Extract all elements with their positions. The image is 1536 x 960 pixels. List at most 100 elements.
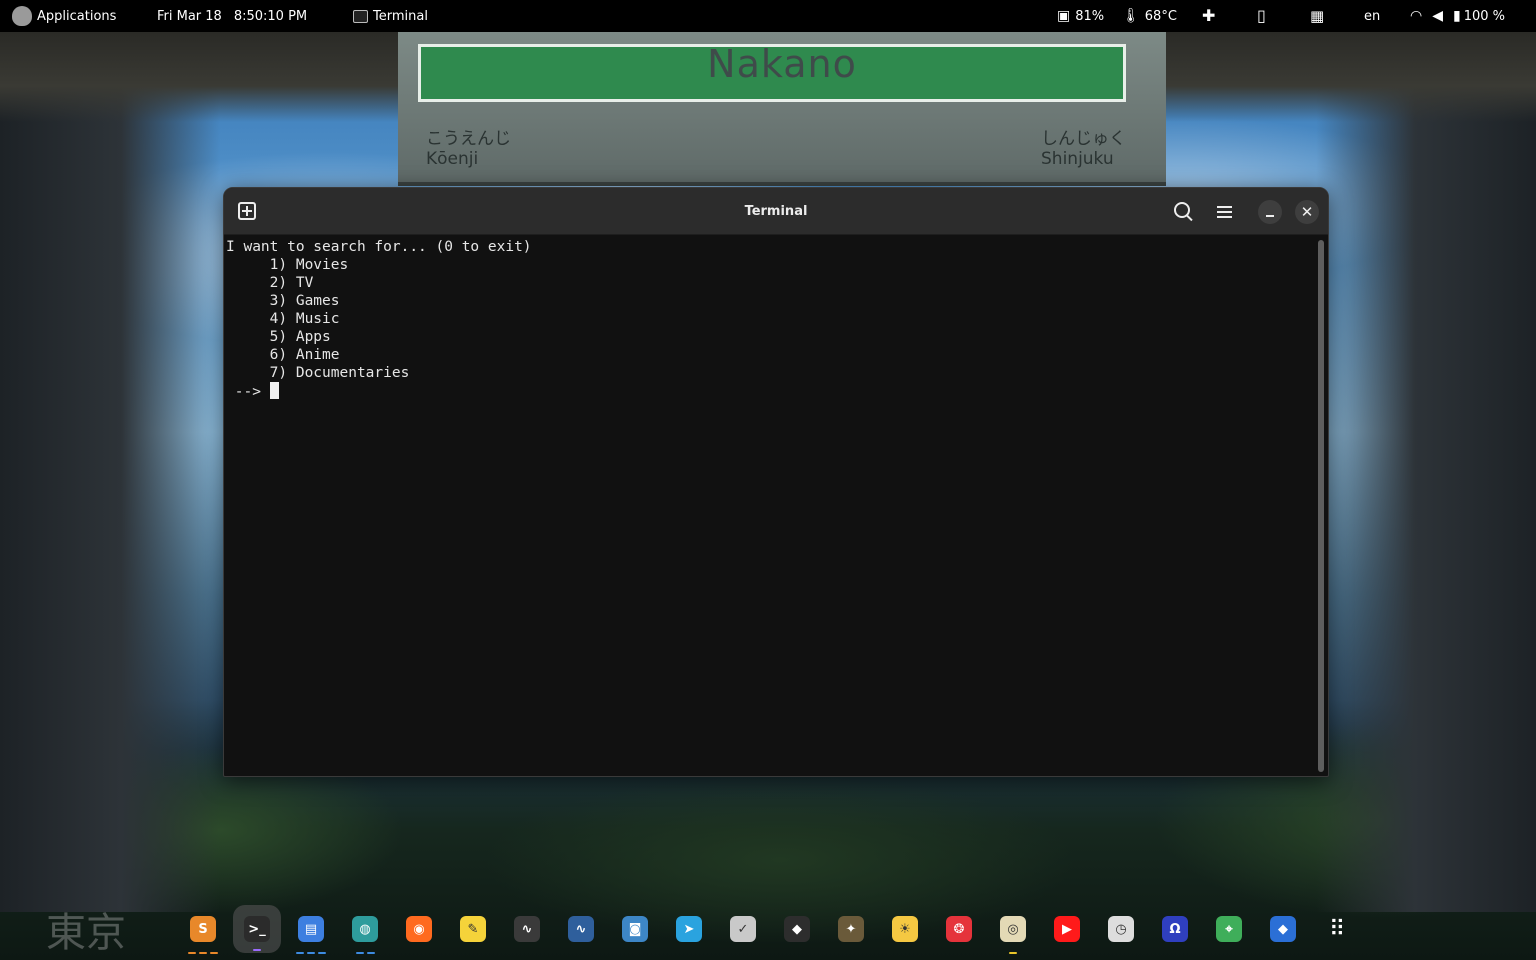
- terminal-line: 5) Apps: [226, 329, 331, 345]
- close-button[interactable]: ✕: [1295, 200, 1319, 224]
- dock-item-terminal[interactable]: >_: [233, 905, 281, 953]
- dock-item-lifesaver-app[interactable]: ❂: [932, 902, 986, 956]
- puzzle-icon: ✚: [1202, 6, 1216, 25]
- menu-button[interactable]: [1213, 201, 1235, 223]
- sublime-text-icon: S: [190, 916, 216, 942]
- qr-indicator[interactable]: ▦: [1310, 0, 1324, 32]
- clock-date: Fri Mar 18: [157, 8, 222, 24]
- lifesaver-app-icon: ❂: [946, 916, 972, 942]
- clock[interactable]: Fri Mar 18 8:50:10 PM: [157, 0, 307, 32]
- dock-item-gimp[interactable]: ✦: [824, 902, 878, 956]
- dock-item-clock-app[interactable]: ◷: [1094, 902, 1148, 956]
- dock-item-git-app[interactable]: ◆: [1256, 902, 1310, 956]
- cpu-indicator[interactable]: ▣ 81%: [1057, 0, 1104, 32]
- temperature-indicator[interactable]: 🌡︎ 68°C: [1122, 0, 1177, 32]
- firefox-icon: ◉: [406, 916, 432, 942]
- system-status-menu[interactable]: ◠ ◀︎ ▮ 100 %: [1410, 0, 1505, 32]
- terminal-line: 2) TV: [226, 275, 314, 291]
- window-title: Terminal: [744, 204, 808, 219]
- temperature-value: 68°C: [1144, 8, 1177, 24]
- telegram-icon: ➤: [676, 916, 702, 942]
- show-apps-icon: ⠿: [1328, 916, 1346, 942]
- cpu-value: 81%: [1075, 8, 1105, 24]
- dock-item-inkscape[interactable]: ◆: [770, 902, 824, 956]
- terminal-prompt-line[interactable]: -->: [226, 382, 1318, 400]
- gnome-foot-icon: [12, 6, 32, 26]
- active-window-indicator[interactable]: Terminal: [353, 0, 428, 32]
- dock-item-text-editor[interactable]: ✎: [446, 902, 500, 956]
- screenshot-icon: ◙: [622, 916, 648, 942]
- station-sign-right-kana: しんじゅく: [1041, 129, 1126, 149]
- extensions-indicator[interactable]: ✚: [1202, 0, 1215, 32]
- inkscape-icon: ◆: [784, 916, 810, 942]
- dock-item-screenshot[interactable]: ◙: [608, 902, 662, 956]
- dock-item-firefox[interactable]: ◉: [392, 902, 446, 956]
- dock-item-weather[interactable]: ☀: [878, 902, 932, 956]
- text-editor-icon: ✎: [460, 916, 486, 942]
- station-sign-right: しんじゅく Shinjuku: [1041, 124, 1126, 169]
- battery-value: 100 %: [1463, 8, 1506, 24]
- terminal-line: 3) Games: [226, 293, 340, 309]
- terminal-window[interactable]: Terminal ✕ I want to search for... (0 to…: [223, 187, 1329, 777]
- keyboard-layout-indicator[interactable]: en: [1364, 0, 1380, 32]
- terminal-scrollbar[interactable]: [1318, 240, 1324, 772]
- active-window-label: Terminal: [373, 8, 428, 24]
- clock-time: 8:50:10 PM: [233, 8, 308, 24]
- corner-logo: 東京: [46, 910, 126, 956]
- dock-item-youtube[interactable]: ▶: [1040, 902, 1094, 956]
- cpu-icon: ▣: [1057, 8, 1071, 24]
- running-indicator: [338, 952, 392, 954]
- dock: S >_ ▤ ◍ ◉ ✎ ∿ ∿ ◙ ➤ ✓ ◆ ✦ ☀ ❂ ◎ ▶ ◷ Ω ⌖ ◆ ⠿: [176, 902, 1364, 956]
- dock-item-files[interactable]: ▤: [284, 902, 338, 956]
- maps-icon: ⌖: [1216, 916, 1242, 942]
- running-indicator: [986, 952, 1040, 954]
- youtube-icon: ▶: [1054, 916, 1080, 942]
- clipboard-icon: ▯: [1257, 6, 1266, 25]
- station-sign-right-roman: Shinjuku: [1041, 149, 1114, 169]
- weather-icon: ☀: [892, 916, 918, 942]
- web-browser-icon: ◍: [352, 916, 378, 942]
- dock-item-resources[interactable]: ∿: [554, 902, 608, 956]
- resources-icon: ∿: [568, 916, 594, 942]
- terminal-line: 6) Anime: [226, 347, 340, 363]
- hamburger-icon: [1216, 206, 1232, 208]
- music-player-icon: ◎: [1000, 916, 1026, 942]
- station-sign-name: Nakano: [707, 42, 857, 86]
- dock-item-headset-app[interactable]: Ω: [1148, 902, 1202, 956]
- system-monitor-icon: ∿: [514, 916, 540, 942]
- wallpaper-pillar-left: [0, 32, 220, 912]
- terminal-line: I want to search for... (0 to exit): [226, 239, 532, 255]
- running-indicator: [233, 949, 281, 951]
- search-button[interactable]: [1173, 201, 1195, 223]
- terminal-output[interactable]: I want to search for... (0 to exit) 1) M…: [224, 235, 1318, 776]
- applications-label: Applications: [37, 8, 117, 24]
- terminal-icon: >_: [244, 916, 270, 942]
- top-bar: Applications Fri Mar 18 8:50:10 PM Termi…: [0, 0, 1536, 32]
- station-sign: Nakano こうえんじ Kōenji しんじゅく Shinjuku: [398, 32, 1166, 186]
- dock-item-web-browser[interactable]: ◍: [338, 902, 392, 956]
- clipboard-indicator[interactable]: ▯: [1257, 0, 1266, 32]
- volume-icon: ◀︎: [1432, 8, 1443, 24]
- dock-item-sublime-text[interactable]: S: [176, 902, 230, 956]
- clock-app-icon: ◷: [1108, 916, 1134, 942]
- git-app-icon: ◆: [1270, 916, 1296, 942]
- battery-indicator: ▮ 100 %: [1453, 9, 1505, 24]
- applications-menu[interactable]: Applications: [12, 0, 116, 32]
- station-sign-left-kana: こうえんじ: [426, 129, 511, 149]
- dock-item-maps[interactable]: ⌖: [1202, 902, 1256, 956]
- station-sign-left-roman: Kōenji: [426, 149, 479, 169]
- wifi-icon: ◠: [1410, 8, 1423, 24]
- terminal-headerbar[interactable]: Terminal ✕: [224, 188, 1328, 235]
- dock-item-search-tool[interactable]: ✓: [716, 902, 770, 956]
- minimize-button[interactable]: [1258, 200, 1282, 224]
- battery-icon: ▮: [1453, 8, 1461, 24]
- dock-item-show-apps[interactable]: ⠿: [1310, 902, 1364, 956]
- thermometer-icon: 🌡︎: [1122, 8, 1140, 24]
- gimp-icon: ✦: [838, 916, 864, 942]
- search-icon: [1174, 202, 1190, 218]
- dock-item-music-player[interactable]: ◎: [986, 902, 1040, 956]
- new-tab-button[interactable]: [238, 202, 256, 220]
- dock-item-telegram[interactable]: ➤: [662, 902, 716, 956]
- terminal-line: 1) Movies: [226, 257, 349, 273]
- dock-item-system-monitor[interactable]: ∿: [500, 902, 554, 956]
